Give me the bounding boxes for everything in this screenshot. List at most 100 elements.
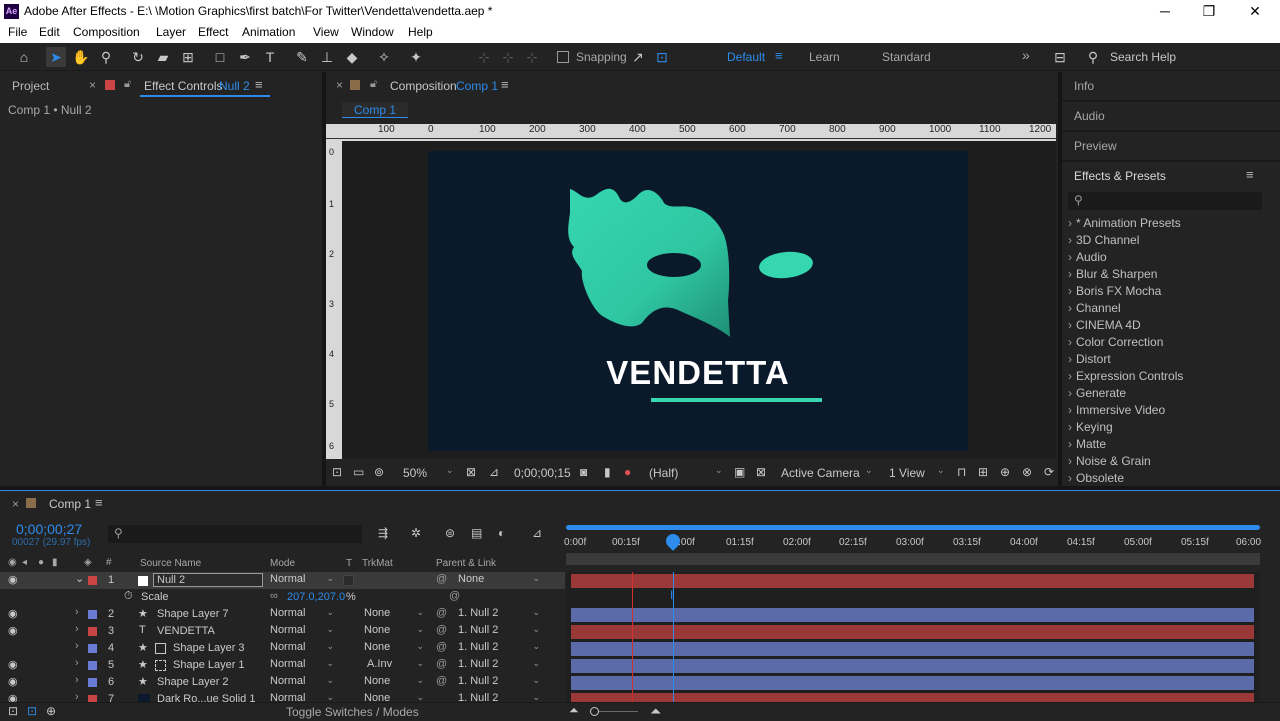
property-row[interactable]: ⏱︎ Scale ∞ 207.0,207.0 % @ bbox=[0, 589, 565, 606]
fit-icon[interactable]: ⊠ bbox=[466, 465, 476, 479]
menu-edit[interactable]: Edit bbox=[39, 25, 60, 39]
menu-animation[interactable]: Animation bbox=[242, 25, 295, 39]
channel-icon[interactable]: ● bbox=[624, 465, 631, 479]
constrain-proportions-icon[interactable]: ∞ bbox=[270, 590, 278, 602]
refresh-icon[interactable]: ⟳ bbox=[1044, 465, 1054, 479]
parent-dropdown[interactable]: None ⌄ bbox=[458, 573, 542, 588]
zoom-slider-handle[interactable] bbox=[590, 707, 599, 716]
tab-effect-controls[interactable]: Effect Controls bbox=[144, 79, 222, 93]
effect-category[interactable]: › Generate bbox=[1068, 386, 1126, 400]
menu-view[interactable]: View bbox=[313, 25, 339, 39]
t-header[interactable]: T bbox=[346, 558, 352, 569]
axis-world-icon[interactable]: ⊹ bbox=[498, 47, 518, 67]
zoom-dropdown[interactable]: 50% bbox=[403, 466, 427, 480]
parent-dropdown[interactable]: 1. Null 2 ⌄ bbox=[458, 675, 542, 690]
effect-category[interactable]: › Color Correction bbox=[1068, 335, 1163, 349]
timeline-search-input[interactable]: ⚲ bbox=[108, 525, 362, 543]
more-workspaces-icon[interactable]: » bbox=[1022, 47, 1030, 63]
search-help-field[interactable]: Search Help bbox=[1110, 50, 1176, 64]
effects-search-input[interactable]: ⚲ bbox=[1068, 192, 1262, 210]
workspace-learn[interactable]: Learn bbox=[809, 50, 840, 64]
tab-composition-target[interactable]: Comp 1 bbox=[456, 79, 498, 93]
fast-previews-icon[interactable]: ▣ bbox=[734, 465, 745, 479]
axis-local-icon[interactable]: ⊹ bbox=[474, 47, 494, 67]
mode-dropdown[interactable]: Normal ⌄ bbox=[270, 692, 336, 702]
mode-dropdown[interactable]: Normal ⌄ bbox=[270, 607, 336, 622]
effect-category[interactable]: › Noise & Grain bbox=[1068, 454, 1151, 468]
composition-viewer[interactable]: VENDETTA bbox=[342, 141, 1056, 459]
layer-name[interactable]: Shape Layer 7 bbox=[157, 608, 229, 620]
parent-dropdown[interactable]: 1. Null 2 ⌄ bbox=[458, 641, 542, 656]
mode-dropdown[interactable]: Normal ⌄ bbox=[270, 658, 336, 673]
trkmat-dropdown[interactable]: None ⌄ bbox=[364, 641, 426, 656]
layer-label-swatch[interactable] bbox=[88, 576, 97, 585]
stopwatch-icon[interactable]: ⏱︎ bbox=[124, 590, 133, 603]
draft-3d-icon[interactable]: ✲ bbox=[411, 526, 421, 540]
snap-edges-icon[interactable]: ↗ bbox=[628, 47, 648, 67]
shy-icon[interactable]: ⊜ bbox=[445, 526, 455, 540]
transparency-grid-icon[interactable]: ⊠ bbox=[756, 465, 766, 479]
menu-help[interactable]: Help bbox=[408, 25, 433, 39]
comp-canvas[interactable]: VENDETTA bbox=[428, 151, 968, 451]
pickwhip-icon[interactable]: @ bbox=[436, 658, 447, 670]
layer-row[interactable]: ◉ ⌄ 1 Null 2 Normal ⌄ @ None ⌄ bbox=[0, 572, 565, 589]
solo-icon[interactable]: ● bbox=[38, 557, 44, 568]
layer-name[interactable]: Shape Layer 3 bbox=[173, 642, 245, 654]
effect-category[interactable]: › CINEMA 4D bbox=[1068, 318, 1141, 332]
camera-dropdown[interactable]: Active Camera bbox=[781, 466, 860, 480]
close-tab-icon[interactable]: × bbox=[12, 497, 19, 511]
close-tab-icon[interactable]: × bbox=[336, 78, 343, 92]
toggle-view-icon[interactable]: ⊓ bbox=[957, 465, 966, 479]
tab-project[interactable]: Project bbox=[12, 79, 49, 93]
tab-effect-controls-target[interactable]: Null 2 bbox=[219, 79, 250, 93]
chevron-right-icon[interactable]: › bbox=[75, 623, 79, 635]
snap-features-icon[interactable]: ⊡ bbox=[652, 47, 672, 67]
sync-settings-icon[interactable]: ⊟ bbox=[1050, 47, 1070, 67]
frame-blending-icon[interactable]: ▤ bbox=[471, 526, 482, 540]
chevron-down-icon[interactable]: ⌄ bbox=[75, 572, 84, 585]
layer-name-field[interactable]: Null 2 bbox=[153, 573, 263, 587]
parent-dropdown[interactable]: 1. Null 2 ⌄ bbox=[458, 624, 542, 639]
layer-label-swatch[interactable] bbox=[88, 661, 97, 670]
layer-label-swatch[interactable] bbox=[88, 627, 97, 636]
chevron-down-icon[interactable]: ⌄ bbox=[446, 465, 454, 476]
current-time-display[interactable]: 0;00;00;15 bbox=[514, 466, 571, 480]
snapping-checkbox[interactable] bbox=[557, 51, 569, 63]
panel-menu-icon[interactable]: ≡ bbox=[501, 77, 509, 92]
eye-icon[interactable]: ◉ bbox=[8, 624, 18, 637]
layer-row[interactable]: ◉ › 6 ★ Shape Layer 2 Normal ⌄ None ⌄ @ 1.… bbox=[0, 674, 565, 691]
effect-category[interactable]: › Audio bbox=[1068, 250, 1107, 264]
layer-name[interactable]: Shape Layer 2 bbox=[157, 676, 229, 688]
chevron-down-icon[interactable]: ⌄ bbox=[715, 465, 723, 476]
selection-tool-icon[interactable]: ➤ bbox=[46, 47, 66, 67]
monitor-icon[interactable]: ▭ bbox=[353, 465, 364, 479]
info-panel-header[interactable]: Info bbox=[1074, 79, 1094, 93]
layer-row[interactable]: ◉ › 2 ★ Shape Layer 7 Normal ⌄ None ⌄ @ 1.… bbox=[0, 606, 565, 623]
chevron-down-icon[interactable]: ⌄ bbox=[865, 465, 873, 476]
menu-file[interactable]: File bbox=[8, 25, 27, 39]
timing-icon[interactable]: ⊕ bbox=[46, 704, 56, 718]
eye-icon[interactable]: ◉ bbox=[8, 675, 18, 688]
3d-renderer-icon[interactable]: ⊗ bbox=[1022, 465, 1032, 479]
chevron-right-icon[interactable]: › bbox=[75, 691, 79, 702]
rectangle-tool-icon[interactable]: □ bbox=[210, 47, 230, 67]
eye-icon[interactable]: ◉ bbox=[8, 573, 18, 586]
effect-category[interactable]: › Channel bbox=[1068, 301, 1121, 315]
panel-menu-icon[interactable]: ≡ bbox=[255, 77, 263, 92]
effect-category[interactable]: › Keying bbox=[1068, 420, 1113, 434]
transfer-controls-icon[interactable]: ⊡ bbox=[27, 704, 37, 718]
mode-header[interactable]: Mode bbox=[270, 558, 295, 569]
zoom-in-icon[interactable]: ⏶ bbox=[650, 703, 661, 720]
effect-category[interactable]: › Matte bbox=[1068, 437, 1106, 451]
minimize-button[interactable]: ─ bbox=[1150, 2, 1180, 20]
audio-icon[interactable]: ◂ bbox=[22, 557, 27, 568]
workspace-default[interactable]: Default bbox=[727, 50, 765, 64]
resolution-dropdown[interactable]: (Half) bbox=[649, 466, 678, 480]
close-button[interactable]: ✕ bbox=[1240, 2, 1270, 20]
composition-mini-flowchart-icon[interactable]: ⇶ bbox=[378, 526, 388, 540]
pickwhip-icon[interactable]: @ bbox=[436, 607, 447, 619]
eye-icon[interactable]: ◉ bbox=[8, 658, 18, 671]
chevron-right-icon[interactable]: › bbox=[75, 674, 79, 686]
pickwhip-icon[interactable]: @ bbox=[436, 641, 447, 653]
trkmat-dropdown[interactable]: A.Inv ⌄ bbox=[367, 658, 426, 673]
